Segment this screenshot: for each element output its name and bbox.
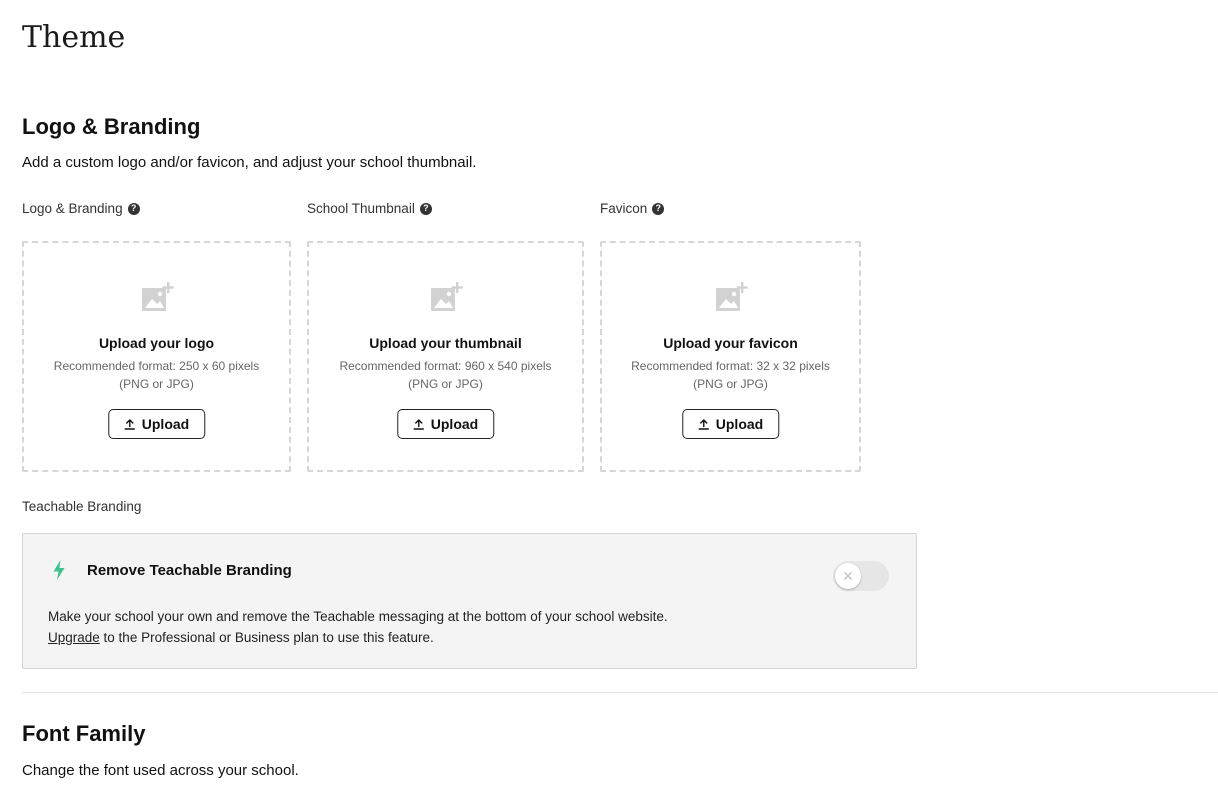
- upload-favicon-format: Recommended format: 32 x 32 pixels: [631, 359, 830, 373]
- font-family-description: Change the font used across your school.: [22, 762, 299, 779]
- upgrade-link[interactable]: Upgrade: [48, 630, 100, 645]
- font-family-heading: Font Family: [22, 721, 146, 746]
- upload-logo-format: Recommended format: 250 x 60 pixels: [53, 359, 260, 373]
- favicon-field-label: Favicon ?: [600, 201, 665, 216]
- logo-branding-description: Add a custom logo and/or favicon, and ad…: [22, 154, 477, 171]
- question-icon[interactable]: ?: [127, 202, 140, 215]
- teachable-branding-label: Teachable Branding: [22, 499, 142, 514]
- upload-thumbnail-format: Recommended format: 960 x 540 pixels: [339, 359, 552, 373]
- close-icon: ✕: [842, 567, 854, 584]
- upload-logo-button[interactable]: Upload: [107, 409, 206, 439]
- upload-favicon-button-label: Upload: [715, 416, 764, 432]
- upload-icon: [124, 418, 135, 430]
- upload-thumbnail-button[interactable]: Upload: [396, 409, 495, 439]
- upload-logo-title: Upload your logo: [98, 335, 215, 351]
- upload-thumbnail-title: Upload your thumbnail: [369, 335, 522, 351]
- thumbnail-upload-dropzone[interactable]: Upload your thumbnail Recommended format…: [307, 241, 584, 472]
- add-image-icon: [715, 282, 748, 311]
- upload-favicon-title: Upload your favicon: [663, 335, 798, 351]
- logo-field-label: Logo & Branding ?: [22, 201, 140, 216]
- thumbnail-field-label: School Thumbnail ?: [307, 201, 432, 216]
- remove-branding-text: Make your school your own and remove the…: [48, 609, 668, 624]
- logo-upload-dropzone[interactable]: Upload your logo Recommended format: 250…: [22, 241, 291, 472]
- logo-branding-heading: Logo & Branding: [22, 114, 201, 139]
- remove-branding-card: Remove Teachable Branding ✕ Make your sc…: [22, 533, 917, 669]
- lightning-bolt-icon: [53, 560, 65, 580]
- theme-settings-page: Theme Logo & Branding Add a custom logo …: [0, 0, 1218, 801]
- add-image-icon: [430, 282, 463, 311]
- upload-logo-hint: Recommended format: 250 x 60 pixels (PNG…: [24, 357, 289, 393]
- upload-favicon-hint: Recommended format: 32 x 32 pixels (PNG …: [602, 357, 859, 393]
- upload-logo-types: (PNG or JPG): [119, 377, 194, 391]
- remove-branding-description: Make your school your own and remove the…: [48, 606, 668, 648]
- upgrade-line: Upgrade to the Professional or Business …: [48, 627, 668, 648]
- section-divider: [22, 692, 1218, 693]
- favicon-field-label-text: Favicon: [600, 201, 648, 216]
- upload-icon: [698, 418, 709, 430]
- upload-logo-button-label: Upload: [141, 416, 190, 432]
- question-icon[interactable]: ?: [419, 202, 432, 215]
- upload-thumbnail-button-label: Upload: [430, 416, 479, 432]
- remove-branding-toggle[interactable]: ✕: [833, 561, 889, 591]
- upgrade-suffix: to the Professional or Business plan to …: [99, 630, 434, 645]
- upload-favicon-button[interactable]: Upload: [681, 409, 780, 439]
- upload-thumbnail-types: (PNG or JPG): [408, 377, 483, 391]
- remove-branding-title: Remove Teachable Branding: [87, 562, 292, 579]
- logo-field-label-text: Logo & Branding: [22, 201, 123, 216]
- upload-thumbnail-hint: Recommended format: 960 x 540 pixels (PN…: [309, 357, 582, 393]
- upload-icon: [413, 418, 424, 430]
- add-image-icon: [141, 282, 174, 311]
- page-title: Theme: [22, 20, 126, 55]
- question-icon[interactable]: ?: [652, 202, 665, 215]
- thumbnail-field-label-text: School Thumbnail: [307, 201, 415, 216]
- favicon-upload-dropzone[interactable]: Upload your favicon Recommended format: …: [600, 241, 861, 472]
- upload-favicon-types: (PNG or JPG): [693, 377, 768, 391]
- toggle-knob: ✕: [835, 563, 861, 589]
